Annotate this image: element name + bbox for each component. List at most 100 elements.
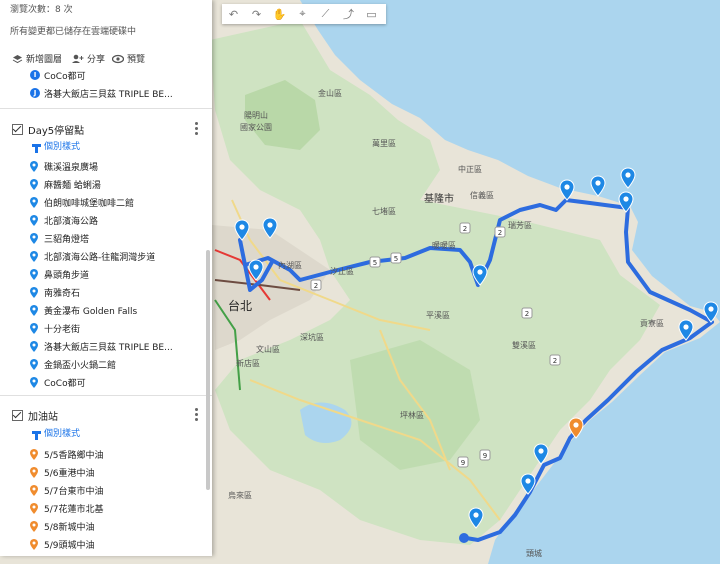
layer-place-item[interactable]: 5/8新城中油 <box>30 518 95 534</box>
checkbox-checked[interactable] <box>12 410 23 421</box>
layer-place-item[interactable]: 南雅奇石 <box>30 284 80 300</box>
map-toolbar: ↶ ↷ ✋ ⌖ ⟋ ⤴ ▭ <box>222 4 386 24</box>
layer-place-item[interactable]: 5/7花蓮市北基 <box>30 500 104 516</box>
label-toucheng: 頭城 <box>526 549 542 558</box>
label-pingxi: 平溪區 <box>426 310 450 320</box>
add-layer-label: 新增圖層 <box>26 55 63 65</box>
hand-icon[interactable]: ✋ <box>268 4 291 24</box>
layer-place-item[interactable]: CoCo都可 <box>30 374 86 390</box>
map-pin-icon <box>30 376 38 388</box>
place-label: 伯朗咖啡城堡咖啡二館 <box>44 198 135 209</box>
map-pin-icon <box>30 502 38 514</box>
label-shuangxi: 雙溪區 <box>512 340 536 350</box>
svg-text:2: 2 <box>553 357 557 365</box>
map-pin-icon <box>30 520 38 532</box>
share-button[interactable]: 分享 <box>72 52 105 65</box>
map-pin-icon <box>30 160 38 172</box>
label-xinyi: 信義區 <box>470 190 494 200</box>
layer-place-item[interactable]: 黃金瀑布 Golden Falls <box>30 302 137 318</box>
layer-place-item[interactable]: 麻醬麵 蛤蜊湯 <box>30 176 101 192</box>
layer-place-item[interactable]: 鼻頭角步道 <box>30 266 89 282</box>
checkbox-checked[interactable] <box>12 124 23 135</box>
label-wulai: 烏來區 <box>228 490 252 500</box>
route-stop[interactable]: I CoCo都可 <box>30 67 86 83</box>
layer-place-item[interactable]: 北部濱海公路-往龍洞灣步道 <box>30 248 155 264</box>
place-label: 北部濱海公路-往龍洞灣步道 <box>44 252 156 263</box>
layer-place-item[interactable]: 5/5香路鄉中油 <box>30 446 104 462</box>
draw-line-icon[interactable]: ⟋ <box>314 4 337 24</box>
layer-options-icon[interactable] <box>195 408 198 423</box>
layer-place-item[interactable]: 北部濱海公路 <box>30 212 98 228</box>
add-layer-button[interactable]: 新增圖層 <box>12 52 62 65</box>
map-pin-icon <box>30 178 38 190</box>
layer-place-item[interactable]: 十分老街 <box>30 320 80 336</box>
layer-place-item[interactable]: 礁溪溫泉廣場 <box>30 158 98 174</box>
route-stop[interactable]: J 洛碁大飯店三貝茲 TRIPLE BE... <box>30 85 173 101</box>
place-label: 洛碁大飯店三貝茲 TRIPLE BE... <box>44 342 173 353</box>
label-ruifang: 瑞芳區 <box>508 220 532 230</box>
layer-place-item[interactable]: 三貂角燈塔 <box>30 230 89 246</box>
road-shield: 5 <box>390 252 402 264</box>
label-yangming-2: 國家公園 <box>240 122 272 132</box>
label-taipei: 台北 <box>228 298 252 313</box>
paint-roller-icon <box>32 431 41 440</box>
place-label: 十分老街 <box>44 324 81 335</box>
road-shield: 9 <box>479 449 491 461</box>
panel-scrollbar[interactable] <box>206 250 210 490</box>
layer-place-item[interactable]: 伯朗咖啡城堡咖啡二館 <box>30 194 134 210</box>
road-shield: 2 <box>494 226 506 238</box>
map-pin-icon <box>30 286 38 298</box>
map-pin-icon <box>30 484 38 496</box>
label-xindian: 新店區 <box>236 358 260 368</box>
map-pin-icon <box>30 214 38 226</box>
map-pin-icon <box>30 304 38 316</box>
place-label: 5/5香路鄉中油 <box>44 450 104 461</box>
style-link-gas[interactable]: 個別樣式 <box>32 426 81 440</box>
layer-place-item[interactable]: 5/6重港中油 <box>30 464 95 480</box>
map-pin-icon <box>30 196 38 208</box>
preview-button[interactable]: 預覽 <box>112 52 145 65</box>
map-pin-icon <box>30 322 38 334</box>
save-status: 所有變更都已儲存在雲端硬碟中 <box>10 27 137 37</box>
svg-text:9: 9 <box>483 452 487 460</box>
route-start-marker[interactable] <box>459 533 469 543</box>
style-link-label: 個別樣式 <box>44 142 81 152</box>
views-count: 瀏覽次數：8 次 <box>10 5 73 15</box>
layer-checkbox-gas[interactable]: 加油站 <box>12 408 58 423</box>
marker-icon[interactable]: ⌖ <box>291 4 314 24</box>
label-zhongzheng: 中正區 <box>458 164 482 174</box>
layer-place-item[interactable]: 5/9頭城中油 <box>30 536 95 552</box>
road-shield: 2 <box>549 354 561 366</box>
layers-icon <box>12 54 23 63</box>
place-label: 黃金瀑布 Golden Falls <box>44 306 138 317</box>
directions-icon[interactable]: ⤴ <box>337 4 360 24</box>
stop-label: 洛碁大飯店三貝茲 TRIPLE BE... <box>44 89 173 100</box>
undo-icon[interactable]: ↶ <box>222 4 245 24</box>
layer-place-item[interactable]: 洛碁大飯店三貝茲 TRIPLE BE... <box>30 338 173 354</box>
place-label: 北部濱海公路 <box>44 216 99 227</box>
road-shield: 2 <box>310 279 322 291</box>
place-label: 麻醬麵 蛤蜊湯 <box>44 180 101 191</box>
layer-checkbox-day5[interactable]: Day5停留點 <box>12 122 84 137</box>
divider <box>0 108 212 109</box>
label-neihu: 內湖區 <box>278 261 302 270</box>
redo-icon[interactable]: ↷ <box>245 4 268 24</box>
paint-roller-icon <box>32 144 41 153</box>
layer-place-item[interactable]: 5/7台東市中油 <box>30 482 104 498</box>
label-gongliao: 貢寮區 <box>640 318 664 328</box>
map-pin-icon <box>30 448 38 460</box>
label-shenkeng: 深坑區 <box>300 332 324 342</box>
svg-text:2: 2 <box>314 282 318 290</box>
divider <box>0 395 212 396</box>
style-link-label: 個別樣式 <box>44 429 81 439</box>
panel-actions: 新增圖層 分享 預覽 <box>0 50 212 68</box>
layer-options-icon[interactable] <box>195 122 198 137</box>
place-label: 三貂角燈塔 <box>44 234 90 245</box>
svg-text:2: 2 <box>525 310 529 318</box>
map-pin-icon <box>30 538 38 550</box>
layer-place-item[interactable]: 金鍋盃小火鍋二館 <box>30 356 116 372</box>
road-shield: 9 <box>457 456 469 468</box>
label-xizhi: 汐止區 <box>330 266 354 276</box>
ruler-icon[interactable]: ▭ <box>360 4 383 24</box>
style-link-day5[interactable]: 個別樣式 <box>32 139 81 153</box>
